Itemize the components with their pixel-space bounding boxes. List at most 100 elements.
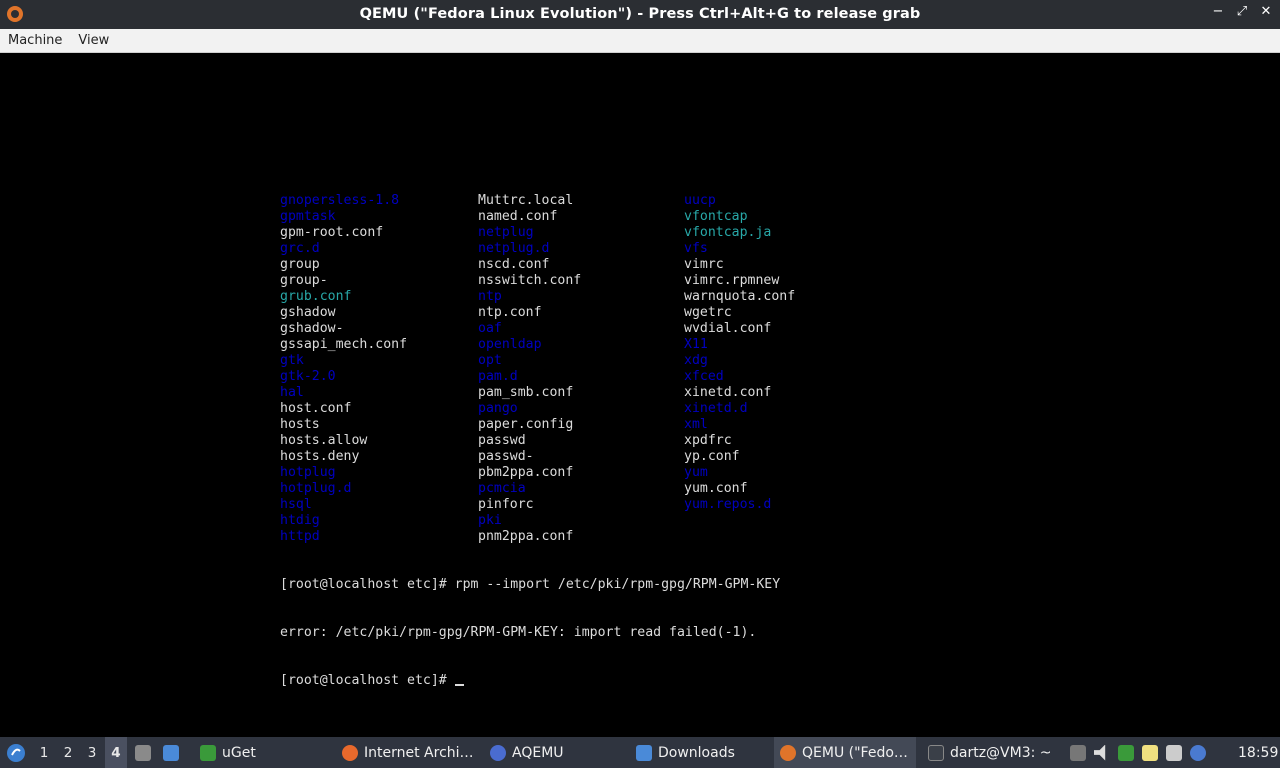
- file-entry: ntp: [478, 289, 502, 304]
- file-entry: passwd: [478, 433, 526, 448]
- system-tray: [1070, 737, 1206, 768]
- file-entry: passwd-: [478, 449, 534, 464]
- file-entry: pcmcia: [478, 481, 526, 496]
- workspace-2[interactable]: 2: [60, 737, 76, 768]
- task-qemu[interactable]: QEMU ("Fedo…: [774, 737, 916, 768]
- file-entry: httpd: [280, 529, 320, 544]
- task-label: uGet: [222, 744, 256, 761]
- file-entry: vfontcap.ja: [684, 225, 772, 240]
- taskbar: 1 2 3 4 uGet Internet Archi… AQEMU Downl…: [0, 737, 1280, 768]
- terminal-icon: [928, 744, 944, 761]
- minimize-button[interactable]: −: [1212, 4, 1224, 19]
- task-label: Internet Archi…: [364, 744, 474, 761]
- file-entry: wgetrc: [684, 305, 732, 320]
- menu-view[interactable]: View: [70, 33, 117, 48]
- file-entry: pinforc: [478, 497, 534, 512]
- file-entry: hosts.deny: [280, 449, 360, 464]
- file-entry: xfced: [684, 369, 724, 384]
- file-entry: xml: [684, 417, 708, 432]
- file-entry: gssapi_mech.conf: [280, 337, 408, 352]
- file-entry: pki: [478, 513, 502, 528]
- file-entry: pam.d: [478, 369, 518, 384]
- file-entry: group-: [280, 273, 328, 288]
- file-entry: hsql: [280, 497, 312, 512]
- task-terminal[interactable]: dartz@VM3: ~: [922, 737, 1058, 768]
- file-entry: vfs: [684, 241, 708, 256]
- firefox-icon: [342, 744, 358, 761]
- network-icon[interactable]: [1166, 744, 1182, 761]
- files-icon[interactable]: [163, 744, 179, 761]
- file-entry: pango: [478, 401, 518, 416]
- file-entry: gtk: [280, 353, 304, 368]
- file-entry: gtk-2.0: [280, 369, 336, 384]
- menu-icon: [7, 743, 25, 762]
- clipboard-icon[interactable]: [1070, 744, 1086, 761]
- uget-tray-icon[interactable]: [1118, 744, 1134, 761]
- file-entry: opt: [478, 353, 502, 368]
- window-titlebar[interactable]: QEMU ("Fedora Linux Evolution") - Press …: [0, 0, 1280, 29]
- file-entry: Muttrc.local: [478, 193, 574, 208]
- task-label: Downloads: [658, 744, 735, 761]
- file-entry: wvdial.conf: [684, 321, 772, 336]
- task-label: QEMU ("Fedo…: [802, 744, 908, 761]
- workspace-1[interactable]: 1: [36, 737, 52, 768]
- file-entry: xpdfrc: [684, 433, 732, 448]
- file-entry: gpm-root.conf: [280, 225, 384, 240]
- file-entry: netplug: [478, 225, 534, 240]
- file-entry: warnquota.conf: [684, 289, 796, 304]
- file-entry: hal: [280, 385, 304, 400]
- file-entry: nsswitch.conf: [478, 273, 582, 288]
- file-entry: grub.conf: [280, 289, 352, 304]
- listing-column: gnopersless-1.8 gpmtask gpm-root.conf grc.d…: [280, 193, 407, 545]
- file-entry: hosts.allow: [280, 433, 368, 448]
- file-entry: xdg: [684, 353, 708, 368]
- task-uget[interactable]: uGet: [194, 737, 262, 768]
- file-entry: netplug.d: [478, 241, 550, 256]
- updates-icon[interactable]: [1190, 744, 1206, 761]
- file-entry: uucp: [684, 193, 716, 208]
- task-aqemu[interactable]: AQEMU: [484, 737, 570, 768]
- file-entry: openldap: [478, 337, 542, 352]
- file-entry: named.conf: [478, 209, 558, 224]
- file-entry: group: [280, 257, 320, 272]
- file-entry: gnopersless-1.8: [280, 193, 400, 208]
- prompt: [root@localhost etc]#: [280, 673, 455, 688]
- command-line: [root@localhost etc]# rpm --import /etc/…: [280, 577, 781, 592]
- menu-machine[interactable]: Machine: [0, 33, 70, 48]
- clock[interactable]: 18:59: [1238, 737, 1278, 768]
- file-entry: yum.repos.d: [684, 497, 772, 512]
- listing-column: uucp vfontcap vfontcap.ja vfs vimrc vimrc.rpm…: [684, 193, 795, 513]
- menu-bar: Machine View: [0, 29, 1280, 53]
- file-entry: yum: [684, 465, 708, 480]
- maximize-button[interactable]: ⤢: [1236, 4, 1248, 19]
- vm-console[interactable]: gnopersless-1.8 gpmtask gpm-root.conf grc.d…: [0, 53, 1280, 737]
- file-entry: xinetd.d: [684, 401, 748, 416]
- close-button[interactable]: ✕: [1260, 4, 1272, 19]
- workspace-3[interactable]: 3: [84, 737, 100, 768]
- file-entry: gshadow-: [280, 321, 344, 336]
- task-label: AQEMU: [512, 744, 564, 761]
- file-entry: hotplug: [280, 465, 336, 480]
- file-entry: vfontcap: [684, 209, 748, 224]
- file-entry: gpmtask: [280, 209, 336, 224]
- notes-icon[interactable]: [1142, 744, 1158, 761]
- task-internet-archive[interactable]: Internet Archi…: [336, 737, 480, 768]
- aqemu-icon: [490, 744, 506, 761]
- archive-icon[interactable]: [135, 744, 151, 761]
- workspace-4[interactable]: 4: [105, 737, 127, 768]
- file-entry: pnm2ppa.conf: [478, 529, 574, 544]
- task-downloads[interactable]: Downloads: [630, 737, 741, 768]
- file-entry: gshadow: [280, 305, 336, 320]
- quick-launch: [135, 737, 179, 768]
- volume-icon[interactable]: [1094, 744, 1106, 761]
- file-entry: oaf: [478, 321, 502, 336]
- file-entry: paper.config: [478, 417, 574, 432]
- file-entry: vimrc.rpmnew: [684, 273, 780, 288]
- file-entry: vimrc: [684, 257, 724, 272]
- task-label: dartz@VM3: ~: [950, 744, 1052, 761]
- file-entry: ntp.conf: [478, 305, 542, 320]
- window-controls: − ⤢ ✕: [1212, 4, 1272, 19]
- file-entry: pam_smb.conf: [478, 385, 574, 400]
- menu-launcher[interactable]: [6, 737, 26, 768]
- error-line: error: /etc/pki/rpm-gpg/RPM-GPM-KEY: imp…: [280, 625, 757, 640]
